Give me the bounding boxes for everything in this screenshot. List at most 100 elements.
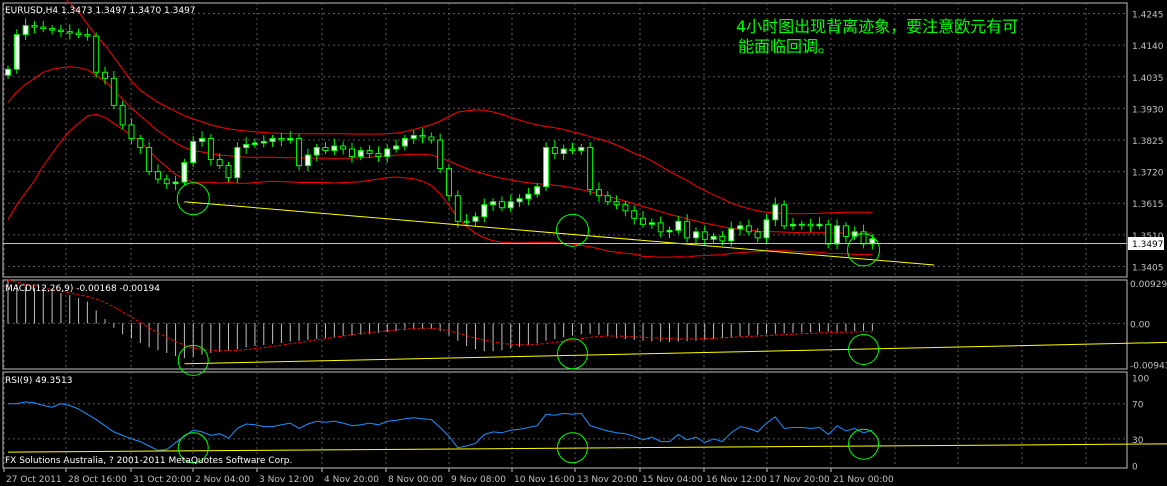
rsi-line: [8, 401, 873, 451]
candle-body: [701, 231, 708, 240]
candle-body: [31, 25, 38, 28]
price-trendline: [184, 201, 935, 266]
candle-body: [172, 181, 179, 185]
candle-body: [84, 34, 91, 37]
candle-body: [57, 29, 64, 33]
rsi-tick-label: 70: [1132, 401, 1144, 411]
price-tick-label: 1.3615: [1132, 200, 1164, 210]
candle-body: [640, 217, 647, 225]
candle-body: [154, 171, 161, 180]
candle-body: [648, 222, 655, 225]
time-tick-label: 16 Nov 12:00: [706, 475, 767, 485]
candle-body: [781, 204, 788, 227]
candle-body: [401, 137, 408, 147]
candle-body: [675, 220, 682, 231]
price-tick-label: 1.4035: [1132, 74, 1164, 84]
rsi-tick-label: 30: [1132, 436, 1144, 446]
time-tick-label: 3 Nov 12:00: [259, 475, 314, 485]
candle-body: [763, 219, 770, 239]
price-tick-label: 1.4140: [1132, 42, 1164, 52]
candle-body: [578, 147, 585, 152]
candle-body: [410, 134, 417, 139]
candle-body: [146, 147, 153, 173]
candle-body: [666, 229, 673, 233]
candle-body: [216, 159, 223, 167]
candle-body: [357, 150, 364, 158]
candle-body: [516, 198, 523, 203]
price-tick-label: 1.3930: [1132, 105, 1164, 115]
time-tick-label: 28 Oct 16:00: [68, 475, 127, 485]
candle-body: [384, 148, 391, 158]
annotation-line-1: 4小时图出现背离迹象，要注意欧元有可: [736, 17, 1018, 36]
candle-body: [243, 144, 250, 149]
candle-body: [834, 225, 841, 245]
candle-body: [322, 147, 329, 152]
time-tick-label: 21 Nov 00:00: [833, 475, 894, 485]
candle-body: [525, 193, 532, 200]
candle-body: [128, 124, 135, 139]
candle-body: [304, 154, 311, 167]
time-tick-label: 10 Nov 16:00: [514, 475, 575, 485]
candle-body: [348, 148, 355, 158]
candle-body: [551, 147, 558, 155]
candle-body: [657, 222, 664, 233]
rsi-tick-label: 100: [1132, 374, 1149, 384]
current-price-label: 1.3497: [1132, 240, 1164, 250]
axis-labels: 1.4245 1.4140 1.4035 1.3930 1.3825 1.3720 1.36…: [3, 11, 1167, 485]
annotation-line-2: 能面临回调。: [738, 37, 834, 56]
candle-body: [137, 137, 144, 149]
rsi-plot: [8, 401, 873, 451]
rsi-label: RSI(9) 49.3513: [5, 376, 72, 386]
candle-body: [507, 201, 514, 209]
macd-divergence-circle: [556, 338, 588, 370]
divergence-circles: [176, 182, 881, 464]
rsi-divergence-circle: [848, 428, 880, 460]
candle-body: [737, 225, 744, 230]
price-tick-label: 1.3405: [1132, 263, 1164, 273]
candle-body: [595, 189, 602, 197]
candle-body: [798, 223, 805, 226]
candle-body: [181, 162, 188, 183]
time-tick-label: 8 Nov 00:00: [388, 475, 443, 485]
candle-body: [842, 225, 849, 237]
time-tick-label: 2 Nov 04:00: [195, 475, 250, 485]
candle-body: [269, 137, 276, 143]
trading-terminal-chart: 1.4245 1.4140 1.4035 1.3930 1.3825 1.3720 1.36…: [0, 0, 1167, 486]
candle-body: [199, 137, 206, 143]
candle-body: [454, 195, 461, 222]
candle-body: [587, 147, 594, 191]
candle-body: [543, 147, 550, 188]
candle-body: [560, 148, 567, 155]
macd-tick-label: 0.00: [1130, 320, 1150, 330]
candle-body: [313, 147, 320, 156]
candle-body: [22, 25, 29, 36]
candle-body: [5, 68, 11, 76]
grid: [3, 3, 1127, 468]
candle-body: [366, 150, 373, 155]
trend-lines: [7, 201, 1167, 453]
candle-body: [825, 223, 832, 245]
candle-body: [375, 153, 382, 158]
candle-body: [446, 168, 452, 197]
price-divergence-circle: [555, 213, 589, 247]
candle-body: [622, 204, 629, 212]
candle-body: [75, 32, 82, 36]
chart-canvas: 1.4245 1.4140 1.4035 1.3930 1.3825 1.3720 1.36…: [2, 0, 1167, 485]
candle-body: [13, 34, 20, 70]
candle-body: [163, 178, 170, 185]
candle-body: [93, 35, 100, 73]
price-tick-label: 1.3825: [1132, 137, 1164, 147]
candle-body: [604, 195, 611, 203]
macd-tick-label: 0.00929: [1130, 280, 1167, 290]
macd-label: MACD(12,26,9) -0.00168 -0.00194: [5, 284, 160, 294]
candle-body: [234, 147, 241, 179]
candle-body: [287, 137, 294, 141]
candle-body: [807, 223, 814, 227]
candle-body: [490, 201, 497, 206]
candle-body: [207, 137, 214, 161]
candle-body: [463, 220, 470, 223]
candle-body: [772, 204, 779, 221]
candle-body: [498, 201, 505, 209]
candle-body: [472, 216, 479, 222]
candle-body: [692, 231, 699, 239]
